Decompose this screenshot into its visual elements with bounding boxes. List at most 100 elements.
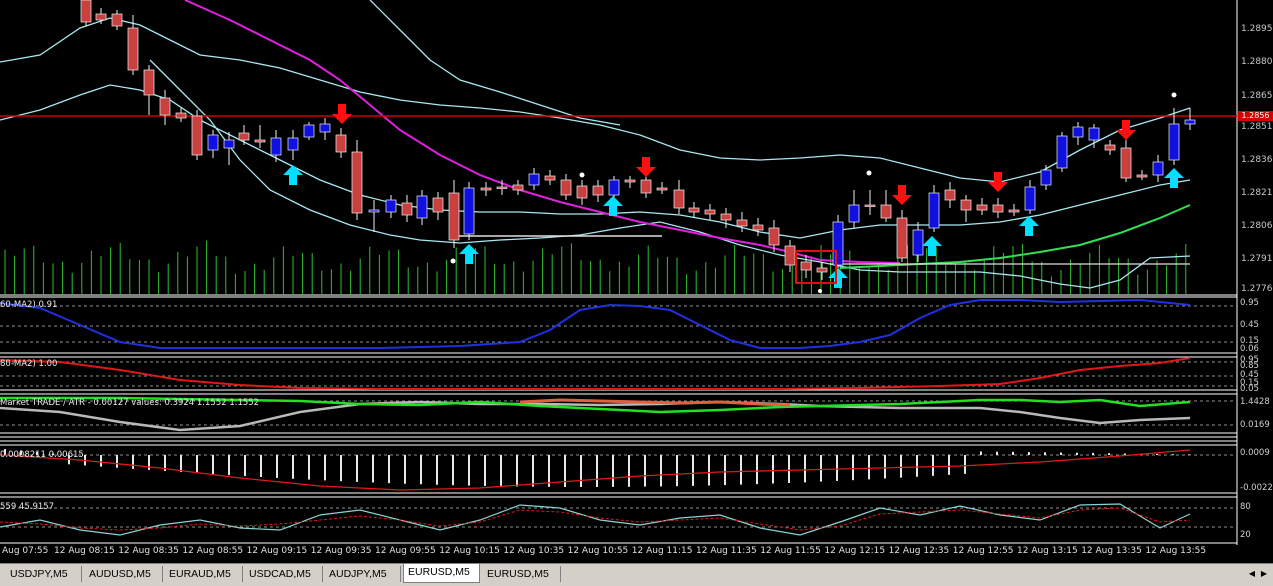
- candle-bear: [1008, 209, 1020, 213]
- ind3-scale-1: 0.0169: [1240, 420, 1270, 430]
- indicator4-label: 0.0008211 0.00615: [0, 450, 84, 460]
- price-tick-label: 1.28650: [1241, 91, 1273, 101]
- signal-dot: [579, 172, 585, 178]
- candle-bear: [335, 134, 347, 153]
- indicator3-label: Market TRADE / ATR - 0.00127 values: 0.3…: [0, 398, 260, 408]
- tab-scroll-right-icon[interactable]: ▶: [1259, 569, 1269, 579]
- candle-bull: [832, 221, 844, 266]
- time-tick-label: 12 Aug 13:35: [1081, 546, 1142, 556]
- candle-bear: [624, 179, 636, 183]
- candle-bear: [80, 0, 92, 23]
- candle-bull: [287, 137, 299, 151]
- tab-scroll-left-icon[interactable]: ◀: [1247, 569, 1257, 579]
- ind5-scale-0: 80: [1240, 502, 1251, 512]
- signal-dot: [818, 289, 822, 293]
- candle-bull: [463, 187, 475, 235]
- candle-bear: [768, 227, 780, 246]
- price-tick-label: 1.27910: [1241, 254, 1273, 264]
- candle-bull: [1040, 169, 1052, 186]
- candle-bear: [736, 219, 748, 227]
- candle-bear: [864, 204, 876, 207]
- candle-bull: [608, 179, 620, 196]
- candle-bear: [448, 192, 460, 241]
- candle-bull: [1168, 123, 1180, 161]
- signal-dot: [450, 258, 456, 264]
- ind1-scale-0: 0.95: [1240, 298, 1259, 308]
- sell-arrow-icon: [332, 104, 352, 124]
- candle-bear: [673, 189, 685, 209]
- candles: [80, 0, 1196, 280]
- price-tick-label: 1.28800: [1241, 57, 1273, 67]
- chart-area[interactable]: 1.28955 1.28800 1.28650 1.28510 1.28360 1.282…: [0, 0, 1273, 563]
- time-tick-label: 12 Aug 09:35: [310, 546, 372, 556]
- tab-euraud[interactable]: EURAUD,M5: [165, 566, 243, 582]
- tab-eurusd-active[interactable]: EURUSD,M5: [403, 564, 480, 583]
- chart-tabs-bar: USDJPY,M5 AUDUSD,M5 EURAUD,M5 USDCAD,M5 …: [0, 563, 1273, 586]
- time-tick-label: 12 Aug 09:15: [246, 546, 308, 556]
- candle-bear: [111, 13, 123, 27]
- candle-bear: [816, 267, 828, 273]
- price-tick-label: 1.28955: [1241, 24, 1273, 34]
- candle-bull: [223, 139, 235, 149]
- ind2-scale-4: 0.05: [1240, 384, 1259, 394]
- candle-bear: [544, 175, 556, 181]
- candle-bull: [319, 123, 331, 133]
- moving-average-magenta: [184, 0, 901, 264]
- price-tick-label: 1.27765: [1241, 284, 1273, 294]
- candle-bull: [207, 134, 219, 151]
- indicator2-line: [0, 357, 1191, 390]
- candle-bear: [351, 151, 363, 214]
- ind1-scale-1: 0.45: [1240, 320, 1259, 330]
- candle-bull: [848, 204, 860, 223]
- tab-audusd[interactable]: AUDUSD,M5: [85, 566, 163, 582]
- ind3-scale-0: 1.4428: [1240, 397, 1270, 407]
- candle-bull: [1184, 119, 1196, 125]
- signal-dot: [1171, 92, 1177, 98]
- candle-bear: [880, 204, 892, 219]
- time-tick-label: 12 Aug 08:35: [118, 546, 179, 556]
- sell-arrow-icon: [892, 185, 912, 205]
- top-band: [369, 0, 621, 126]
- buy-arrow-icon: [1164, 168, 1184, 188]
- candle-bear: [480, 187, 492, 191]
- signal-dot: [866, 170, 872, 176]
- time-tick-label: 12 Aug 13:55: [1145, 546, 1207, 556]
- candle-bear: [640, 179, 652, 194]
- time-tick-label: 12 Aug 10:55: [567, 546, 629, 556]
- tab-eurusd[interactable]: EURUSD,M5: [483, 566, 561, 582]
- candle-bear: [1136, 174, 1148, 178]
- candle-bull: [1056, 135, 1068, 169]
- time-tick-label: 12 Aug 12:15: [824, 546, 886, 556]
- candle-bear: [992, 204, 1004, 213]
- candle-bear: [191, 115, 203, 156]
- ind4-scale-1: -0.0022: [1240, 483, 1273, 493]
- candle-bear: [896, 217, 908, 259]
- buy-arrow-icon: [459, 244, 479, 264]
- candle-bear: [95, 13, 107, 21]
- price-tick-label: 1.28510: [1241, 122, 1273, 132]
- ind5-scale-1: 20: [1240, 530, 1251, 540]
- candle-bull: [1152, 161, 1164, 176]
- time-tick-label: 12 Aug 11:35: [696, 546, 757, 556]
- tab-usdcad[interactable]: USDCAD,M5: [245, 566, 323, 582]
- candle-bear: [576, 185, 588, 199]
- candle-bear: [512, 184, 524, 191]
- candle-bear: [656, 187, 668, 191]
- sell-arrow-icon: [988, 172, 1008, 192]
- candle-bear: [143, 69, 155, 96]
- candle-bear: [175, 112, 187, 119]
- candle-bear: [432, 197, 444, 213]
- time-tick-label: 12 Aug 12:55: [952, 546, 1014, 556]
- candle-bear: [784, 245, 796, 266]
- candle-bear: [800, 261, 812, 271]
- candle-bear: [944, 189, 956, 201]
- candle-bear: [560, 179, 572, 196]
- tab-audjpy[interactable]: AUDJPY,M5: [325, 566, 401, 582]
- price-tick-label: 1.28060: [1241, 221, 1273, 231]
- sell-arrow-icon: [1116, 120, 1136, 140]
- candle-bear: [1104, 144, 1116, 151]
- tab-usdjpy[interactable]: USDJPY,M5: [6, 566, 82, 582]
- price-chart[interactable]: [0, 0, 1273, 563]
- candle-bear: [720, 213, 732, 221]
- time-tick-label: 12 Aug 08:15: [54, 546, 115, 556]
